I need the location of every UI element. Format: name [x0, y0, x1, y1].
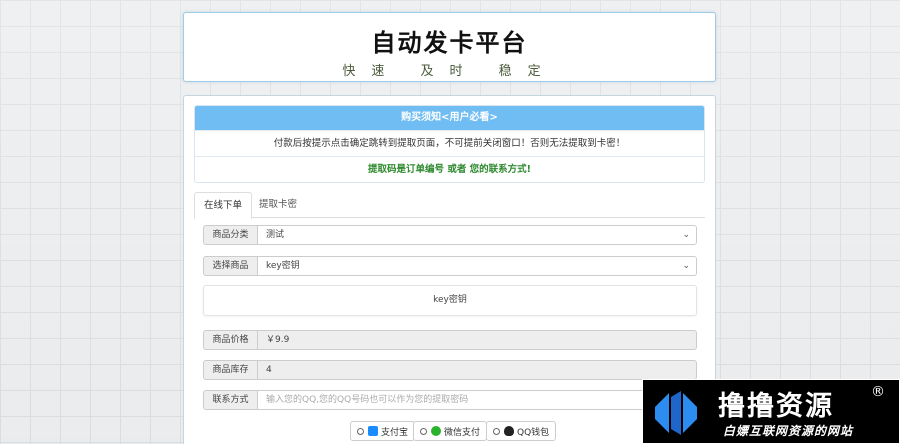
category-select[interactable]: 测试 ⌄ — [257, 225, 697, 245]
radio-wechat[interactable] — [420, 427, 427, 435]
notice-line-extract-code: 提取码是订单编号 或者 您的联系方式! — [195, 156, 704, 182]
tab-online-order[interactable]: 在线下单 — [194, 192, 253, 219]
site-header: 自动发卡平台 快速 及时 稳定 — [183, 12, 716, 82]
site-slogan: 快速 及时 稳定 — [342, 64, 557, 79]
watermark-subtitle: 白嫖互联网资源的网站 — [723, 424, 854, 438]
watermark-title: 撸撸资源 — [718, 391, 834, 422]
contact-input[interactable]: 输入您的QQ,您的QQ号码也可以作为您的提取密码 — [257, 390, 697, 410]
radio-qq[interactable] — [493, 427, 500, 435]
site-title: 自动发卡平台 — [371, 29, 528, 57]
tab-extract-card[interactable]: 提取卡密 — [250, 192, 306, 218]
pay-option-wechat[interactable]: 微信支付 — [413, 421, 488, 441]
price-field: ￥9.9 — [257, 330, 697, 350]
notice-heading: 购买须知<用户必看> — [195, 106, 704, 130]
contact-label: 联系方式 — [203, 390, 257, 410]
stock-group: 商品库存 4 — [203, 360, 697, 380]
notice-line-warning: 付款后按提示点击确定跳转到提取页面，不可提前关闭窗口！否则无法提取到卡密！ — [195, 130, 704, 156]
product-select[interactable]: key密钥 ⌄ — [257, 256, 697, 276]
price-label: 商品价格 — [203, 330, 257, 350]
wechat-icon — [431, 426, 441, 436]
product-value: key密钥 — [266, 261, 300, 271]
watermark-mark-icon — [655, 391, 697, 435]
order-tabs: 在线下单 提取卡密 — [194, 192, 705, 219]
pay-option-alipay[interactable]: 支付宝 — [350, 421, 416, 441]
category-label: 商品分类 — [203, 225, 257, 245]
watermark-logo: 撸撸资源 ® 白嫖互联网资源的网站 — [642, 379, 900, 444]
category-select-group: 商品分类 测试 ⌄ — [203, 225, 697, 245]
purchase-notice: 购买须知<用户必看> 付款后按提示点击确定跳转到提取页面，不可提前关闭窗口！否则… — [194, 105, 705, 183]
product-select-group: 选择商品 key密钥 ⌄ — [203, 256, 697, 276]
alipay-icon — [368, 426, 378, 436]
product-description: key密钥 — [203, 285, 697, 316]
stock-field: 4 — [257, 360, 697, 380]
stock-label: 商品库存 — [203, 360, 257, 380]
wechat-label: 微信支付 — [444, 427, 481, 438]
order-panel: 购买须知<用户必看> 付款后按提示点击确定跳转到提取页面，不可提前关闭窗口！否则… — [183, 95, 716, 444]
alipay-label: 支付宝 — [381, 427, 409, 438]
pay-option-qq[interactable]: QQ钱包 — [486, 421, 557, 441]
chevron-down-icon: ⌄ — [682, 230, 690, 240]
qq-icon — [504, 426, 514, 436]
chevron-down-icon: ⌄ — [682, 261, 690, 271]
price-group: 商品价格 ￥9.9 — [203, 330, 697, 350]
contact-group: 联系方式 输入您的QQ,您的QQ号码也可以作为您的提取密码 — [203, 390, 697, 410]
radio-alipay[interactable] — [357, 427, 364, 435]
qq-label: QQ钱包 — [517, 427, 550, 438]
product-label: 选择商品 — [203, 256, 257, 276]
registered-mark: ® — [871, 384, 885, 400]
category-value: 测试 — [266, 230, 285, 240]
